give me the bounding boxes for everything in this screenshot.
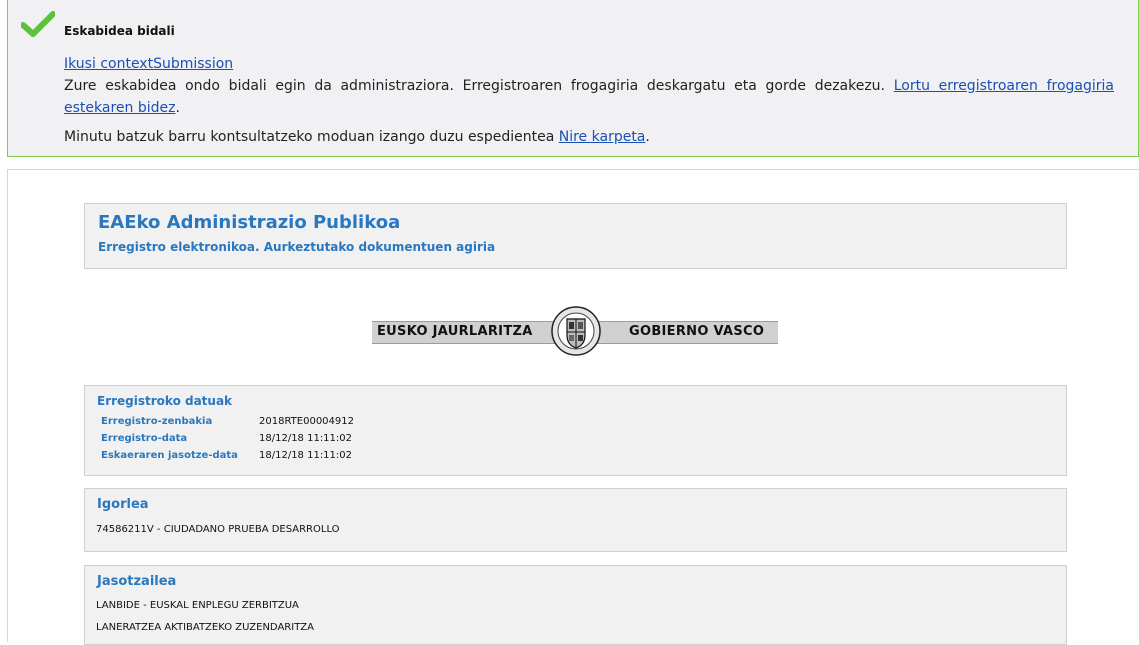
receiver-section: Jasotzailea LANBIDE - EUSKAL ENPLEGU ZER… xyxy=(84,565,1067,645)
sender-section: Igorlea 74586211V - CIUDADANO PRUEBA DES… xyxy=(84,488,1067,552)
success-banner: Eskabidea bidali Ikusi contextSubmission… xyxy=(7,0,1139,157)
registry-value: 18/12/18 11:11:02 xyxy=(259,433,353,444)
registry-data-section: Erregistroko datuak Erregistro-zenbakia … xyxy=(84,385,1067,476)
government-logo: EUSKO JAURLARITZA GOBIERNO VASCO xyxy=(372,304,778,358)
document-header: EAEko Administrazio Publikoa Erregistro … xyxy=(84,203,1067,269)
context-submission-link[interactable]: Ikusi contextSubmission xyxy=(64,56,233,72)
sender-value: 74586211V - CIUDADANO PRUEBA DESARROLLO xyxy=(96,524,340,535)
banner-message: Zure eskabidea ondo bidali egin da admin… xyxy=(64,78,1114,116)
receiver-line-1: LANBIDE - EUSKAL ENPLEGU ZERBITZUA xyxy=(96,600,299,611)
document-subtitle: Erregistro elektronikoa. Aurkeztutako do… xyxy=(98,240,496,254)
seal-icon xyxy=(551,306,601,356)
banner-message-folder: Minutu batzuk barru kontsultatzeko modua… xyxy=(64,129,650,145)
registry-label: Erregistro-data xyxy=(101,433,188,444)
registry-value: 18/12/18 11:11:02 xyxy=(259,450,353,461)
registry-label: Eskaeraren jasotze-data xyxy=(101,450,238,461)
my-folder-link[interactable]: Nire karpeta xyxy=(559,129,646,145)
check-icon xyxy=(21,11,55,37)
logo-left-text: EUSKO JAURLARITZA xyxy=(377,324,533,339)
document-title: EAEko Administrazio Publikoa xyxy=(98,212,401,233)
receiver-line-2: LANERATZEA AKTIBATZEKO ZUZENDARITZA xyxy=(96,622,314,633)
receiver-title: Jasotzailea xyxy=(97,574,177,589)
banner-title: Eskabidea bidali xyxy=(64,24,175,38)
registry-value: 2018RTE00004912 xyxy=(259,416,354,427)
sender-title: Igorlea xyxy=(97,497,149,512)
registry-data-title: Erregistroko datuak xyxy=(97,394,233,408)
registry-label: Erregistro-zenbakia xyxy=(101,416,213,427)
logo-right-text: GOBIERNO VASCO xyxy=(629,324,765,339)
